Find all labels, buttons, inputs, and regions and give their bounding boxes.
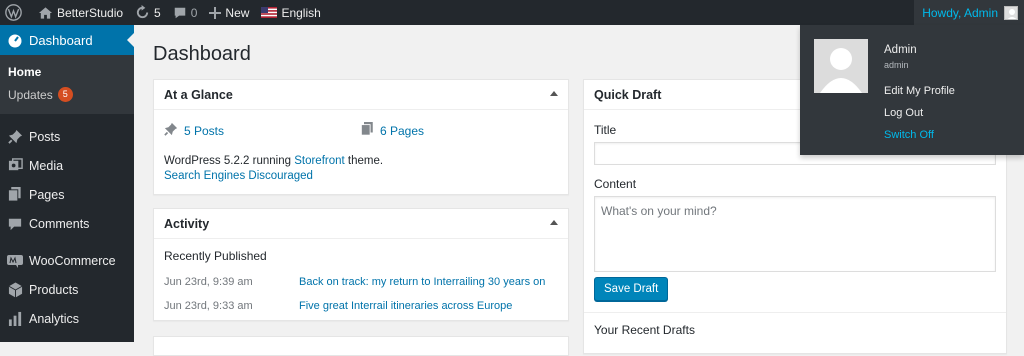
- post-title-link[interactable]: Back on track: my return to Interrailing…: [299, 276, 545, 288]
- site-name: BetterStudio: [57, 5, 124, 20]
- sidebar-item-dashboard[interactable]: Dashboard: [0, 25, 134, 55]
- widget-header[interactable]: At a Glance: [154, 80, 568, 110]
- user-account-dropdown: Admin admin Edit My Profile Log Out Swit…: [800, 25, 1024, 155]
- sidebar-item-pages[interactable]: Pages: [0, 180, 134, 209]
- widget-title: At a Glance: [164, 87, 233, 102]
- box-icon: [7, 282, 23, 298]
- sidebar-item-label: Dashboard: [29, 32, 93, 48]
- site-name-menu[interactable]: BetterStudio: [32, 0, 129, 25]
- switch-off-link[interactable]: Switch Off: [884, 129, 934, 141]
- posts-count-link[interactable]: 5 Posts: [164, 122, 361, 139]
- list-item: Jun 23rd, 9:33 am Five great Interrail i…: [154, 294, 568, 318]
- sidebar-item-products[interactable]: Products: [0, 275, 134, 304]
- sidebar-item-label: Analytics: [29, 311, 80, 326]
- widget-title: Activity: [164, 216, 210, 231]
- widget-title: Quick Draft: [594, 87, 662, 102]
- comment-icon: [173, 6, 187, 20]
- post-date: Jun 23rd, 9:33 am: [164, 300, 253, 312]
- sidebar-item-label: Posts: [29, 129, 61, 144]
- sidebar-item-label: Products: [29, 282, 79, 297]
- sidebar-item-analytics[interactable]: Analytics: [0, 304, 134, 333]
- pages-count-label: 6 Pages: [380, 123, 425, 138]
- refresh-icon: [135, 5, 150, 20]
- sidebar-item-label: Pages: [29, 187, 65, 202]
- content-label: Content: [594, 177, 637, 191]
- theme-suffix: theme.: [344, 155, 384, 167]
- language-label: English: [281, 5, 321, 20]
- media-icon: [7, 158, 23, 173]
- avatar[interactable]: [814, 39, 868, 93]
- admin-sidebar: Dashboard Home Updates 5 Posts Media Pag…: [0, 25, 134, 342]
- pages-icon: [7, 187, 23, 202]
- collapse-toggle-icon[interactable]: [550, 220, 558, 225]
- username: admin: [884, 60, 909, 70]
- pages-icon: [360, 122, 380, 139]
- sidebar-item-label: Comments: [29, 216, 90, 231]
- updates-menu[interactable]: 5: [129, 0, 167, 25]
- widget-header[interactable]: Activity: [154, 209, 568, 239]
- language-menu[interactable]: English: [255, 0, 326, 25]
- update-count-badge: 5: [57, 87, 73, 102]
- howdy-greeting: Howdy, Admin: [922, 5, 998, 20]
- comments-count: 0: [190, 5, 198, 20]
- edit-profile-link[interactable]: Edit My Profile: [884, 85, 955, 97]
- activity-widget: Activity Recently Published Jun 23rd, 9:…: [153, 208, 569, 321]
- new-content-menu[interactable]: New: [203, 0, 255, 25]
- submenu-item-home[interactable]: Home: [0, 61, 134, 83]
- submenu-item-updates[interactable]: Updates 5: [0, 83, 134, 106]
- comments-menu[interactable]: 0: [167, 0, 204, 25]
- version-text: WordPress 5.2.2 running: [164, 155, 295, 167]
- submenu-item-label: Updates: [8, 87, 53, 102]
- woocommerce-icon: [7, 254, 23, 268]
- sidebar-item-label: Media: [29, 158, 64, 173]
- admin-bar: BetterStudio 5 0 New English Howdy, Admi…: [0, 0, 1024, 25]
- sidebar-item-posts[interactable]: Posts: [0, 122, 134, 151]
- sidebar-item-woocommerce[interactable]: WooCommerce: [0, 246, 134, 275]
- wordpress-logo-menu[interactable]: [0, 0, 28, 25]
- post-title-link[interactable]: Five great Interrail itineraries across …: [299, 300, 512, 312]
- display-name[interactable]: Admin: [884, 44, 917, 56]
- submenu-item-label: Home: [8, 65, 42, 79]
- avatar-icon: [1004, 5, 1018, 20]
- sidebar-item-media[interactable]: Media: [0, 151, 134, 180]
- page-title: Dashboard: [153, 43, 251, 65]
- new-label: New: [225, 5, 250, 20]
- content-placeholder: What's on your mind?: [601, 204, 717, 218]
- my-account-menu[interactable]: Howdy, Admin: [914, 0, 1024, 25]
- updates-count: 5: [154, 5, 161, 20]
- wordpress-logo-icon: [5, 4, 22, 21]
- divider: [584, 312, 1006, 313]
- save-draft-button[interactable]: Save Draft: [594, 277, 669, 301]
- home-icon: [38, 6, 53, 20]
- collapse-toggle-icon[interactable]: [550, 91, 558, 96]
- bar-chart-icon: [7, 311, 23, 326]
- save-draft-label: Save Draft: [604, 283, 659, 295]
- sidebar-item-label: WooCommerce: [29, 253, 116, 268]
- theme-link[interactable]: Storefront: [294, 155, 345, 167]
- dashboard-gauge-icon: [7, 32, 23, 48]
- us-flag-icon: [261, 7, 278, 18]
- comment-icon: [7, 217, 23, 231]
- plus-icon: [209, 6, 222, 19]
- pin-icon: [164, 122, 184, 139]
- widget-partial: [153, 336, 569, 356]
- posts-count-label: 5 Posts: [184, 123, 225, 138]
- recently-published-heading: Recently Published: [164, 249, 267, 263]
- post-date: Jun 23rd, 9:39 am: [164, 276, 253, 288]
- draft-content-textarea[interactable]: What's on your mind?: [594, 196, 996, 272]
- recent-drafts-heading: Your Recent Drafts: [594, 323, 695, 337]
- pages-count-link[interactable]: 6 Pages: [360, 122, 558, 139]
- list-item: Jun 23rd, 9:39 am Back on track: my retu…: [154, 270, 568, 294]
- pin-icon: [7, 129, 23, 144]
- sidebar-item-comments[interactable]: Comments: [0, 209, 134, 238]
- log-out-link[interactable]: Log Out: [884, 107, 923, 119]
- dashboard-submenu: Home Updates 5: [0, 55, 134, 114]
- wordpress-version-text: WordPress 5.2.2 running Storefront theme…: [154, 139, 568, 167]
- search-engines-discouraged-link[interactable]: Search Engines Discouraged: [164, 170, 313, 182]
- at-a-glance-widget: At a Glance 5 Posts 6 Pages WordPress 5.…: [153, 79, 569, 195]
